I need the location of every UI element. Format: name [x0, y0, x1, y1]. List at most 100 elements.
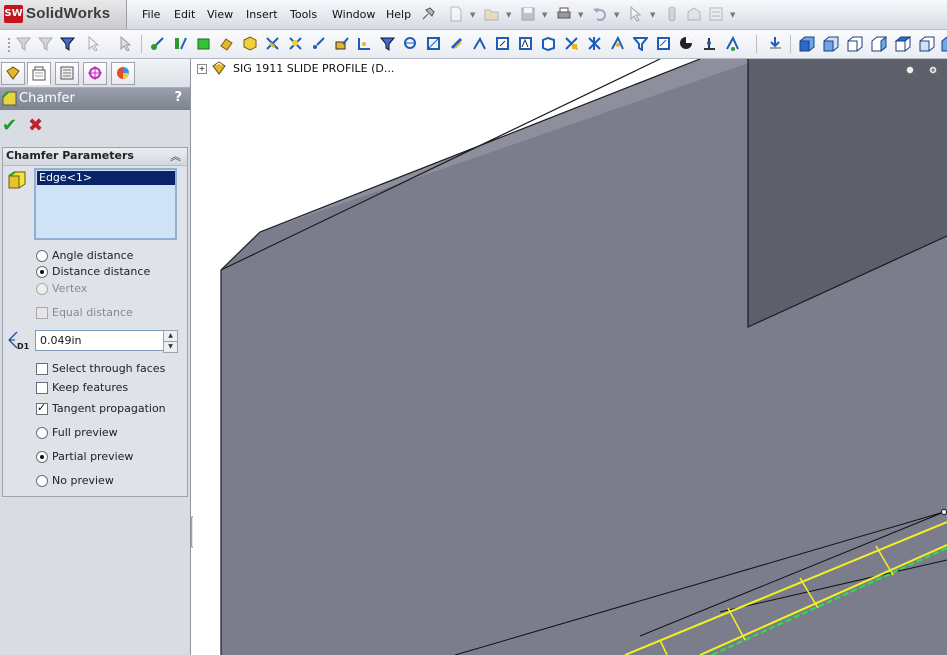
tab-configuration-manager[interactable] — [55, 62, 79, 85]
view-isometric-icon[interactable] — [940, 35, 947, 53]
filter-midpoints-icon[interactable] — [357, 36, 372, 51]
filter-datum-targets-icon[interactable] — [495, 36, 510, 51]
menu-window[interactable]: Window — [332, 8, 375, 21]
filter-planes-icon[interactable] — [288, 36, 303, 51]
filter-weld-symbols-icon[interactable] — [472, 36, 487, 51]
label-vertex: Vertex — [52, 282, 88, 295]
tree-expand-icon[interactable]: + — [197, 64, 207, 74]
tab-display-manager[interactable] — [111, 62, 135, 85]
edge-handle[interactable] — [941, 509, 947, 515]
tab-dimxpert-manager[interactable] — [83, 62, 107, 85]
cancel-button[interactable]: ✖ — [28, 115, 43, 136]
normal-to-icon[interactable] — [768, 36, 783, 51]
distance-input[interactable]: 0.049in — [35, 330, 165, 351]
radio-full-preview[interactable] — [36, 427, 48, 439]
tab-property-manager[interactable] — [27, 62, 51, 85]
group-header[interactable]: Chamfer Parameters ︽ — [3, 148, 187, 166]
radio-vertex[interactable] — [36, 283, 48, 295]
options-icon[interactable] — [708, 6, 724, 22]
view-front-icon[interactable] — [798, 35, 816, 53]
view-top-icon[interactable] — [894, 35, 912, 53]
filter-cosmetic-threads-icon[interactable] — [587, 36, 602, 51]
filter-edges-icon[interactable] — [38, 36, 53, 51]
open-icon[interactable] — [484, 6, 500, 22]
filter-surface-finish-icon[interactable] — [449, 36, 464, 51]
menu-tools[interactable]: Tools — [290, 8, 317, 21]
view-right-icon[interactable] — [870, 35, 888, 53]
zoom-to-fit-icon[interactable] — [904, 64, 918, 78]
print-icon[interactable] — [556, 6, 572, 22]
filter-toggle-icon[interactable] — [60, 36, 75, 51]
save-icon[interactable] — [520, 6, 536, 22]
filter-solid-icon[interactable] — [242, 36, 257, 51]
view-bottom-icon[interactable] — [918, 35, 936, 53]
radio-distance-distance[interactable] — [36, 266, 48, 278]
print-dropdown-icon[interactable]: ▼ — [578, 11, 583, 19]
filter-connection-points-icon[interactable] — [679, 36, 694, 51]
menu-file[interactable]: File — [142, 8, 160, 21]
checkbox-equal-distance[interactable] — [36, 307, 48, 319]
model-view[interactable] — [193, 59, 947, 655]
help-icon[interactable]: ? — [174, 90, 182, 105]
distance-spin-down[interactable]: ▼ — [163, 341, 178, 353]
filter-mates-icon[interactable] — [725, 36, 740, 51]
filter-stacked-balloons-icon[interactable] — [610, 36, 625, 51]
filter-faces-2-icon[interactable] — [196, 36, 211, 51]
filter-centerpoints-icon[interactable] — [380, 36, 395, 51]
filter-balloons-icon[interactable] — [564, 36, 579, 51]
open-dropdown-icon[interactable]: ▼ — [506, 11, 511, 19]
menu-help[interactable]: Help — [386, 8, 411, 21]
filter-edges-2-icon[interactable] — [173, 36, 188, 51]
filter-center-marks-icon[interactable] — [656, 36, 671, 51]
display-manager-icon — [117, 67, 129, 79]
chamfer-feature-icon — [2, 91, 17, 106]
app-logo[interactable]: SW SolidWorks — [0, 0, 127, 29]
checkbox-keep-features[interactable] — [36, 382, 48, 394]
checkbox-select-through-faces[interactable] — [36, 363, 48, 375]
radio-angle-distance[interactable] — [36, 250, 48, 262]
select-arrow-icon[interactable] — [628, 6, 644, 22]
undo-dropdown-icon[interactable]: ▼ — [614, 11, 619, 19]
filter-geometric-tolerance-icon[interactable] — [518, 36, 533, 51]
file-properties-icon[interactable] — [686, 6, 702, 22]
property-manager-icon — [32, 66, 46, 81]
filter-blocks-icon[interactable] — [633, 36, 648, 51]
filter-vertices-icon[interactable] — [150, 36, 165, 51]
save-dropdown-icon[interactable]: ▼ — [542, 11, 547, 19]
pin-icon[interactable] — [420, 6, 436, 22]
label-angle-distance: Angle distance — [52, 249, 134, 262]
filter-sketch-segments-icon[interactable] — [334, 36, 349, 51]
view-left-icon[interactable] — [846, 35, 864, 53]
collapse-icon[interactable]: ︽ — [170, 148, 181, 164]
undo-icon[interactable] — [592, 6, 608, 22]
clear-filter-icon[interactable] — [118, 36, 133, 51]
property-manager-header: Chamfer ? — [0, 88, 190, 110]
filter-surface-icon[interactable] — [219, 36, 234, 51]
filter-dimensions-icon[interactable] — [403, 36, 418, 51]
tab-feature-manager[interactable] — [1, 62, 25, 85]
new-dropdown-icon[interactable]: ▼ — [470, 11, 475, 19]
filter-faces-icon[interactable] — [16, 36, 31, 51]
zoom-to-area-icon[interactable] — [927, 64, 941, 78]
new-document-icon[interactable] — [448, 6, 464, 22]
edge-selection-list[interactable]: Edge<1> — [34, 168, 177, 240]
filter-notes-icon[interactable] — [541, 36, 556, 51]
graphics-area[interactable] — [193, 59, 947, 655]
ok-button[interactable]: ✔ — [2, 115, 17, 136]
menu-insert[interactable]: Insert — [246, 8, 278, 21]
filter-routing-points-icon[interactable] — [702, 36, 717, 51]
view-back-icon[interactable] — [822, 35, 840, 53]
filter-axes-icon[interactable] — [265, 36, 280, 51]
radio-no-preview[interactable] — [36, 475, 48, 487]
select-dropdown-icon[interactable]: ▼ — [650, 11, 655, 19]
menu-edit[interactable]: Edit — [174, 8, 195, 21]
select-tool-icon[interactable] — [86, 36, 101, 51]
options-dropdown-icon[interactable]: ▼ — [730, 11, 735, 19]
menu-view[interactable]: View — [207, 8, 233, 21]
filter-sketch-points-icon[interactable] — [311, 36, 326, 51]
filter-annotations-icon[interactable] — [426, 36, 441, 51]
radio-partial-preview[interactable] — [36, 451, 48, 463]
checkbox-tangent-propagation[interactable] — [36, 401, 48, 415]
selected-edge-item[interactable]: Edge<1> — [37, 171, 175, 185]
rebuild-icon[interactable] — [664, 6, 680, 22]
